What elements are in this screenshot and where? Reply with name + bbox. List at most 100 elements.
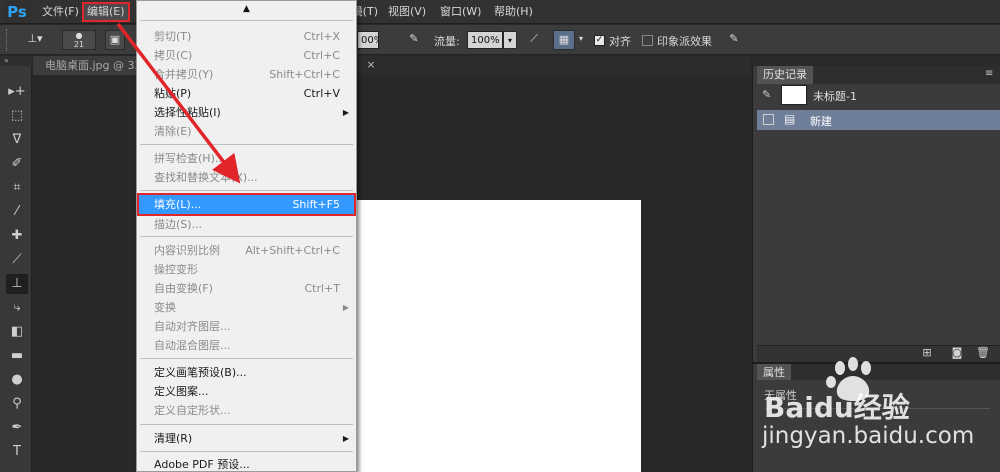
opacity-field[interactable]: 00%: [357, 31, 379, 49]
menu-item-label: 自动混合图层...: [154, 339, 231, 352]
menu-separator: [140, 190, 353, 191]
align-checkbox[interactable]: ✓: [594, 35, 605, 46]
menu-item-shortcut: Ctrl+C: [303, 49, 340, 62]
eraser-tool-icon[interactable]: ◧: [6, 322, 28, 342]
type-tool-icon[interactable]: T: [6, 442, 28, 462]
pen-tool-icon[interactable]: ✒: [6, 418, 28, 438]
document-tab[interactable]: 电脑桌面.jpg @ 33: [33, 56, 143, 75]
brush-tool-icon[interactable]: ⟋: [6, 250, 28, 270]
tab-close-icon[interactable]: ×: [364, 58, 378, 72]
new-document-from-state-icon[interactable]: ⊞: [920, 346, 934, 360]
menu-separator: [140, 358, 353, 359]
airbrush-icon[interactable]: ⟋: [524, 30, 544, 50]
quick-select-tool-icon[interactable]: ✐: [6, 154, 28, 174]
menu-item-copy[interactable]: 拷贝(C) Ctrl+C: [137, 46, 356, 65]
document-icon: ▤: [784, 112, 796, 126]
menu-item-label: 内容识别比例: [154, 244, 220, 257]
menu-separator: [140, 236, 353, 237]
eyedropper-tool-icon[interactable]: ⁄: [6, 202, 28, 222]
menu-item-auto-align-layers[interactable]: 自动对齐图层...: [137, 317, 356, 336]
history-panel-menu-icon[interactable]: ≡: [985, 68, 997, 82]
flow-label: 流量:: [434, 35, 460, 48]
menu-view[interactable]: 视图(V): [388, 4, 426, 20]
trash-icon[interactable]: 🗑: [976, 346, 990, 360]
history-brush-source-icon[interactable]: ✎: [762, 88, 776, 102]
clone-source-dropdown-icon[interactable]: ▾: [576, 30, 586, 50]
impressionist-checkbox[interactable]: [642, 35, 653, 46]
menu-item-label: 清除(E): [154, 125, 192, 138]
marquee-tool-icon[interactable]: ⬚: [6, 106, 28, 126]
menu-item-auto-blend-layers[interactable]: 自动混合图层...: [137, 336, 356, 355]
clone-stamp-preset-icon[interactable]: ⊥▾: [18, 30, 52, 50]
submenu-arrow-icon: ▶: [342, 303, 349, 312]
menu-item-label: 剪切(T): [154, 30, 192, 43]
menu-item-shortcut: Shift+Ctrl+C: [269, 68, 340, 81]
history-state-label: 新建: [810, 115, 832, 128]
impressionist-label: 印象派效果: [657, 35, 712, 48]
move-tool-icon[interactable]: ▸+: [6, 82, 28, 102]
menu-item-adobe-pdf-presets[interactable]: Adobe PDF 预设...: [137, 455, 356, 472]
menu-item-label: 合并拷贝(Y): [154, 68, 214, 81]
dodge-tool-icon[interactable]: ⚲: [6, 394, 28, 414]
menu-item-clear[interactable]: 清除(E): [137, 122, 356, 141]
menu-item-label: 定义图案...: [154, 385, 209, 398]
menu-filter[interactable]: 滤镜(T): [356, 4, 378, 20]
menu-item-stroke[interactable]: 描边(S)...: [137, 215, 356, 234]
menu-separator: [140, 20, 353, 21]
menu-item-spell-check[interactable]: 拼写检查(H)...: [137, 149, 356, 168]
brush-size-value: 21: [73, 40, 85, 49]
pressure-opacity-icon[interactable]: ✎: [404, 30, 424, 50]
menu-item-label: 查找和替换文本(X)...: [154, 171, 258, 184]
pressure-size-icon[interactable]: ✎: [724, 30, 744, 50]
menu-item-define-pattern[interactable]: 定义图案...: [137, 382, 356, 401]
menu-help[interactable]: 帮助(H): [494, 4, 533, 20]
baidu-watermark-brand: Baidu经验: [764, 391, 910, 424]
submenu-arrow-icon: ▶: [342, 108, 349, 117]
brush-size-picker[interactable]: ● 21: [62, 30, 96, 50]
menu-item-define-brush-preset[interactable]: 定义画笔预设(B)...: [137, 363, 356, 382]
menu-window[interactable]: 窗口(W): [440, 4, 481, 20]
gradient-tool-icon[interactable]: ▬: [6, 346, 28, 366]
menu-item-puppet-warp[interactable]: 操控变形: [137, 260, 356, 279]
menu-item-cut[interactable]: 剪切(T) Ctrl+X: [137, 27, 356, 46]
history-panel-tab[interactable]: 历史记录: [757, 66, 813, 84]
menu-separator: [140, 451, 353, 452]
crop-tool-icon[interactable]: ⌗: [6, 178, 28, 198]
menu-item-define-custom-shape[interactable]: 定义自定形状...: [137, 401, 356, 420]
flow-field[interactable]: 100%: [467, 31, 503, 49]
tools-panel-grip[interactable]: »: [0, 56, 32, 66]
history-state-checkbox[interactable]: [763, 114, 774, 125]
menu-item-label: 变换: [154, 301, 176, 314]
menu-item-transform[interactable]: 变换 ▶: [137, 298, 356, 317]
menu-item-paste[interactable]: 粘贴(P) Ctrl+V: [137, 84, 356, 103]
submenu-arrow-icon: ▶: [342, 434, 349, 443]
baidu-watermark-url: jingyan.baidu.com: [762, 423, 975, 449]
document-canvas[interactable]: [356, 200, 641, 472]
clone-stamp-tool-icon[interactable]: ⊥: [6, 274, 28, 294]
menu-item-label: 拼写检查(H)...: [154, 152, 226, 165]
menu-item-label: 操控变形: [154, 263, 198, 276]
menu-item-fill[interactable]: 填充(L)... Shift+F5: [137, 193, 356, 216]
menu-item-content-aware-scale[interactable]: 内容识别比例 Alt+Shift+Ctrl+C: [137, 241, 356, 260]
menu-edit[interactable]: 编辑(E): [82, 2, 130, 22]
menu-file[interactable]: 文件(F): [42, 4, 79, 20]
menu-item-copy-merged[interactable]: 合并拷贝(Y) Shift+Ctrl+C: [137, 65, 356, 84]
flow-dropdown-icon[interactable]: ▾: [503, 31, 517, 49]
menu-item-label: 选择性粘贴(I): [154, 106, 221, 119]
history-snapshot-thumbnail: [781, 85, 807, 105]
menu-item-purge[interactable]: 清理(R) ▶: [137, 429, 356, 448]
menu-item-paste-special[interactable]: 选择性粘贴(I) ▶: [137, 103, 356, 122]
blur-tool-icon[interactable]: ●: [6, 370, 28, 390]
menu-scroll-up-icon[interactable]: ▲: [137, 1, 356, 17]
clone-source-icon[interactable]: ▦: [553, 30, 575, 50]
camera-icon[interactable]: ◙: [950, 346, 964, 360]
brush-panel-icon[interactable]: ▣: [105, 30, 125, 50]
history-brush-tool-icon[interactable]: ⤷: [6, 298, 28, 318]
menu-item-free-transform[interactable]: 自由变换(F) Ctrl+T: [137, 279, 356, 298]
healing-brush-tool-icon[interactable]: ✚: [6, 226, 28, 246]
menu-item-label: 自动对齐图层...: [154, 320, 231, 333]
menu-item-label: 描边(S)...: [154, 218, 203, 231]
lasso-tool-icon[interactable]: ᐁ: [6, 130, 28, 150]
menu-item-find-replace[interactable]: 查找和替换文本(X)...: [137, 168, 356, 187]
align-label: 对齐: [609, 35, 631, 48]
